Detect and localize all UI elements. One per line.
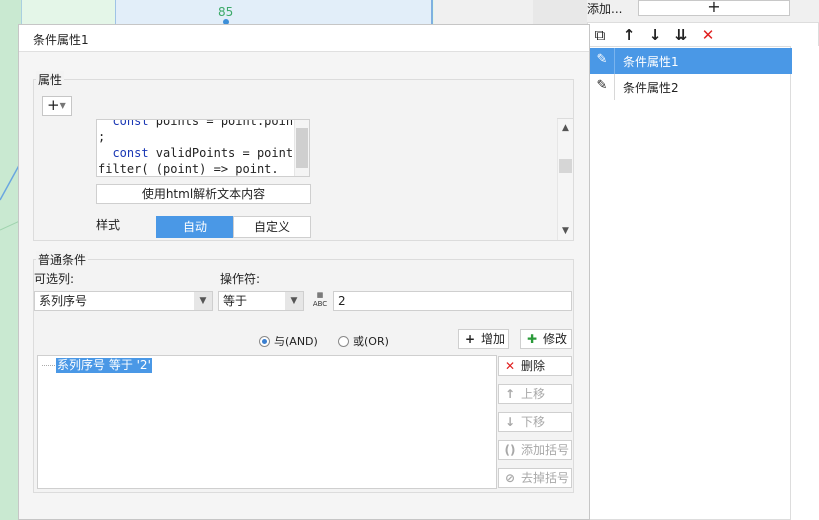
operator-select-value: 等于 bbox=[223, 294, 248, 308]
condition-expression-item[interactable]: 系列序号 等于 '2' bbox=[56, 358, 152, 373]
delete-icon: ✕ bbox=[504, 359, 516, 373]
move-down-button[interactable]: ↓ 下移 bbox=[498, 412, 572, 432]
style-auto-option[interactable]: 自动 bbox=[156, 216, 234, 238]
condition-item-2[interactable]: ✎ 条件属性2 bbox=[588, 74, 792, 100]
tree-connector bbox=[42, 365, 55, 366]
condition-list-panel: 添加... + ⧉ ↑ ↓ ⇊ ✕ ✎ 条件属性1 ✎ 条件属性2 bbox=[587, 0, 819, 520]
chevron-down-icon: ▼ bbox=[285, 292, 303, 310]
add-condition-item-button[interactable]: + 增加 bbox=[458, 329, 509, 349]
condition-list: ✎ 条件属性1 ✎ 条件属性2 bbox=[587, 46, 792, 520]
radio-dot bbox=[338, 336, 349, 347]
move-up-button[interactable]: ↑ 上移 bbox=[498, 384, 572, 404]
remove-bracket-button[interactable]: ⊘ 去掉括号 bbox=[498, 468, 572, 488]
condition-expression-list[interactable]: 系列序号 等于 '2' bbox=[37, 355, 497, 489]
column-label: 可选列: bbox=[34, 272, 75, 286]
arrow-up-icon: ↑ bbox=[504, 387, 516, 401]
scroll-thumb[interactable] bbox=[559, 159, 572, 173]
code-scrollbar[interactable] bbox=[294, 120, 309, 176]
code-text: const points = point.points ; const vali… bbox=[98, 119, 308, 176]
attributes-scrollbar[interactable]: ▲ ▼ bbox=[557, 119, 573, 240]
condition-toolbar: ⧉ ↑ ↓ ⇊ ✕ bbox=[587, 22, 819, 46]
item-separator bbox=[614, 74, 615, 100]
add-label: 添加... bbox=[587, 2, 623, 16]
delete-condition-button[interactable]: ✕ 删除 bbox=[498, 356, 572, 376]
background-chart-label: 85 bbox=[218, 5, 234, 19]
add-attribute-button[interactable]: +▼ bbox=[42, 96, 72, 116]
and-radio[interactable]: 与(AND) bbox=[259, 333, 318, 349]
copy-icon[interactable]: ⧉ bbox=[591, 26, 609, 44]
add-condition-button[interactable]: + bbox=[638, 0, 790, 16]
remove-bracket-icon: ⊘ bbox=[504, 471, 516, 485]
style-custom-option[interactable]: 自定义 bbox=[233, 216, 311, 238]
modify-condition-button[interactable]: ✚ 修改 bbox=[520, 329, 572, 349]
bracket-icon: () bbox=[504, 443, 516, 457]
value-input[interactable]: 2 bbox=[333, 291, 572, 311]
move-down-icon[interactable]: ↓ bbox=[646, 26, 664, 44]
code-scroll-thumb[interactable] bbox=[296, 128, 308, 168]
add-bar: 添加... + bbox=[587, 0, 819, 22]
background-chart-plot bbox=[115, 0, 433, 24]
dialog-title: 条件属性1 bbox=[33, 33, 89, 47]
move-up-icon[interactable]: ↑ bbox=[620, 26, 638, 44]
condition-item-label: 条件属性2 bbox=[623, 81, 679, 95]
value-input-text: 2 bbox=[338, 294, 346, 308]
operator-select[interactable]: 等于 ▼ bbox=[218, 291, 304, 311]
edit-pencil-icon: ✎ bbox=[596, 52, 608, 67]
attributes-legend: 属性 bbox=[36, 71, 65, 88]
add-bracket-button[interactable]: () 添加括号 bbox=[498, 440, 572, 460]
operand-type-icon[interactable]: ▦ ABC bbox=[309, 291, 331, 311]
or-radio[interactable]: 或(OR) bbox=[338, 333, 389, 349]
chevron-down-icon: ▼ bbox=[59, 101, 66, 110]
style-label: 样式 bbox=[96, 218, 121, 232]
operator-label: 操作符: bbox=[220, 272, 261, 286]
radio-dot bbox=[259, 336, 270, 347]
condition-legend: 普通条件 bbox=[36, 251, 89, 268]
edit-pencil-icon: ✎ bbox=[596, 78, 608, 93]
chevron-down-icon: ▼ bbox=[194, 292, 212, 310]
use-html-parse-checkbox[interactable]: 使用html解析文本内容 bbox=[96, 184, 311, 204]
sort-icon[interactable]: ⇊ bbox=[672, 26, 690, 44]
scroll-down-icon[interactable]: ▼ bbox=[558, 224, 573, 238]
column-select[interactable]: 系列序号 ▼ bbox=[34, 291, 213, 311]
condition-item-1[interactable]: ✎ 条件属性1 bbox=[588, 48, 792, 74]
column-select-value: 系列序号 bbox=[39, 294, 88, 308]
plus-icon: + bbox=[464, 332, 476, 346]
delete-icon[interactable]: ✕ bbox=[699, 26, 717, 44]
arrow-down-icon: ↓ bbox=[504, 415, 516, 429]
item-separator bbox=[614, 48, 615, 74]
modify-icon: ✚ bbox=[526, 332, 538, 346]
scroll-up-icon[interactable]: ▲ bbox=[558, 121, 573, 135]
plus-icon: + bbox=[47, 96, 60, 114]
condition-item-label: 条件属性1 bbox=[623, 55, 679, 69]
dialog-title-bar: 条件属性1 bbox=[19, 25, 589, 52]
label-code-editor[interactable]: const points = point.points ; const vali… bbox=[96, 119, 310, 177]
